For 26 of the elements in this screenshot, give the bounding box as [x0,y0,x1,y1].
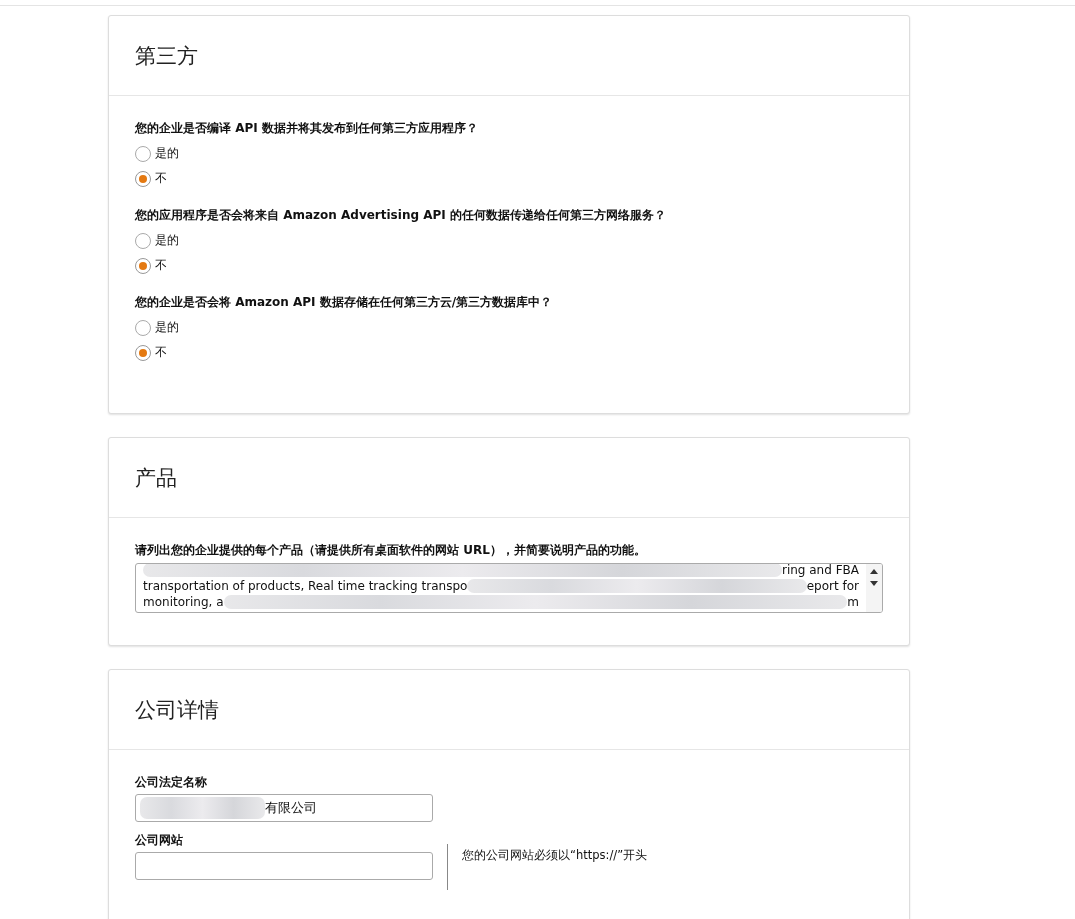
question-label: 请列出您的企业提供的每个产品（请提供所有桌面软件的网站 URL），并简要说明产品的功能。 [135,542,647,559]
question-label: 您的企业是否会将 Amazon API 数据存储在任何第三方云/第三方数据库中？ [135,294,554,311]
scroll-bar[interactable] [866,564,882,612]
text-fragment: eport for [806,578,859,594]
option-label: 不 [155,344,167,361]
input-field[interactable]: 有限公司 [135,794,433,822]
field-value: 有限公司 [265,799,317,817]
question-label: 您的企业是否编译 API 数据并将其发布到任何第三方应用程序？ [135,120,479,137]
option-label: 是的 [155,145,179,162]
question-label: 您的应用程序是否会将来自 Amazon Advertising API 的任何数据传递给任何第三方网络服务？ [135,207,667,224]
section-title: 公司详情 [135,696,219,724]
section-title: 产品 [135,464,177,492]
option-label: 是的 [155,319,179,336]
field-label: 公司法定名称 [135,774,208,791]
section-title: 第三方 [135,42,198,70]
input-field[interactable] [135,852,433,880]
text-fragment: m [847,594,859,610]
text-area[interactable]: ring and FBA transportation of products, Real time tracking transpo eport for monitoring, a m [135,563,883,613]
text-fragment: ring and FBA [781,564,859,578]
text-fragment: monitoring, a [143,594,224,610]
option-label: 不 [155,257,167,274]
option-label: 是的 [155,232,179,249]
field-hint: 您的公司网站必须以“https://”开头 [462,848,648,862]
option-label: 不 [155,170,167,187]
field-label: 公司网站 [135,832,184,849]
text-fragment: transportation of products, Real time tracking transpo [143,578,468,594]
